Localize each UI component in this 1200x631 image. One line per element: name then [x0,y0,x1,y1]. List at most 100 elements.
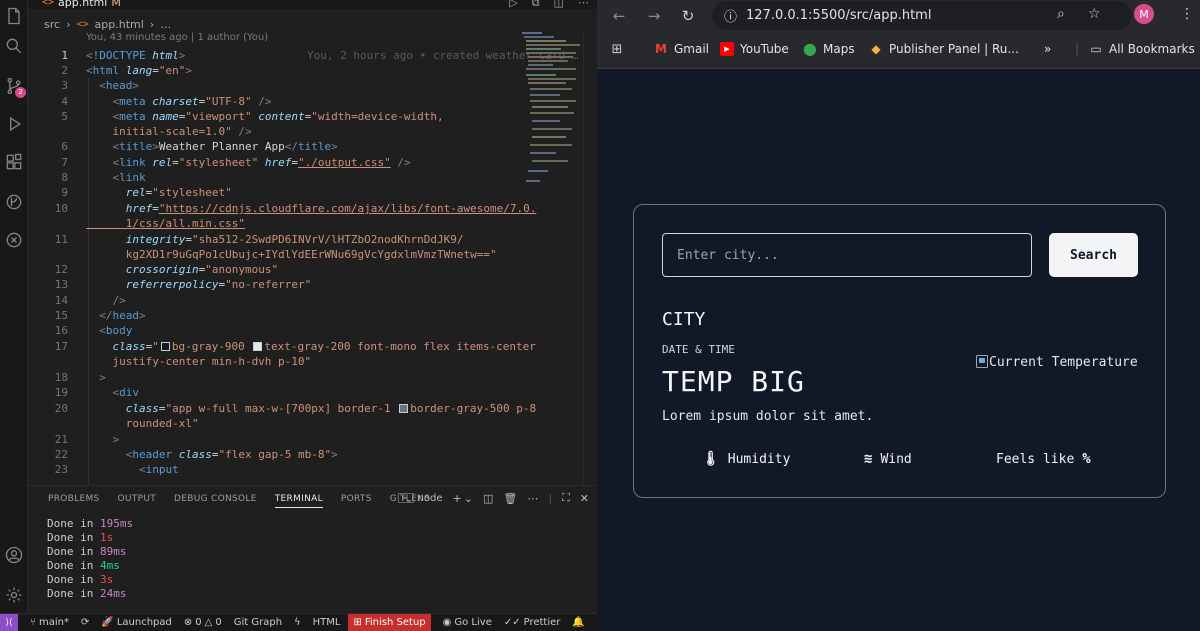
compare-icon[interactable]: ⧉ [532,0,540,10]
zoom-icon[interactable]: ⌕ [1057,6,1065,22]
site-info-icon[interactable]: ⓘ [724,6,737,25]
line-number: 14 [54,294,68,307]
code-line: <div [112,386,140,399]
run-icon[interactable]: ▷ [509,0,517,10]
finish-setup-button[interactable]: ⊞ Finish Setup [348,613,431,631]
tab-ports[interactable]: PORTS [341,494,372,508]
weather-description: Lorem ipsum dolor sit amet. [662,409,874,424]
chevron-down-icon[interactable]: ⌄ [464,492,473,505]
all-bookmarks[interactable]: ▭ All Bookmarks [1089,42,1194,56]
bookmark-star-icon[interactable]: ☆ [1088,6,1101,22]
temperature: TEMP BIG [662,365,805,398]
more-actions-icon[interactable]: ⋯ [578,0,589,10]
breadcrumb-chevron-icon: › [66,17,71,31]
remote-indicator-icon[interactable]: ⟩⟨ [0,613,18,631]
browser-toolbar: ← → ↻ ⓘ 127.0.0.1:5500/src/app.html ⌕ ☆ … [597,0,1200,32]
go-live-button[interactable]: ◉ Go Live [443,617,492,628]
reload-icon[interactable]: ↻ [678,6,698,26]
search-icon[interactable] [2,34,26,58]
code-line: referrerpolicy="no-referrer" [125,278,312,291]
minimap[interactable] [520,30,580,190]
new-terminal-icon[interactable]: + [453,492,462,505]
sync-icon[interactable]: ⟳ [81,617,89,628]
terminal-line: Done in 24ms [47,587,126,600]
close-panel-icon[interactable]: ✕ [580,492,589,505]
finish-setup-label: Finish Setup [364,617,426,628]
back-arrow-icon[interactable]: ← [609,6,629,26]
search-button[interactable]: Search [1049,233,1138,277]
git-graph-item[interactable]: Git Graph [234,617,282,628]
notifications-bell-icon[interactable]: 🔔 [572,617,584,628]
line-number: 8 [61,171,68,184]
apps-grid-icon[interactable]: ⊞ [610,42,624,57]
broadcast-icon: ◉ [442,617,452,628]
breadcrumb-symbol[interactable]: … [160,18,171,31]
code-line: rel="stylesheet" [125,186,232,199]
tab-terminal[interactable]: TERMINAL [274,494,323,508]
account-icon[interactable] [2,543,26,567]
rocket-icon: 🚀 [101,617,114,628]
explorer-icon[interactable] [2,4,26,28]
prettier-label: Prettier [523,617,561,628]
breadcrumb-file[interactable]: app.html [95,18,144,31]
tab-debug-console[interactable]: DEBUG CONSOLE [174,494,257,508]
split-editor-icon[interactable]: ◫ [554,0,564,10]
terminal-text: Done in [47,587,94,600]
line-number: 10 [54,202,68,215]
forward-arrow-icon[interactable]: → [644,6,664,26]
profile-avatar[interactable]: M [1134,4,1154,24]
city-name: CITY [662,309,706,330]
terminal-duration: 89ms [99,545,127,558]
code-line: > [99,371,106,384]
date-time: DATE & TIME [662,343,735,356]
divider: | [1075,42,1080,56]
terminal-shell-label[interactable]: node [418,493,443,504]
terminal-text: Done in [47,573,94,586]
branch-indicator[interactable]: ⑂ main* [30,617,69,628]
split-terminal-icon[interactable]: ◫ [483,492,493,505]
wind-label: Wind [880,451,912,467]
tab-app-html[interactable]: <> app.html M [42,0,121,9]
bookmark-label: Gmail [674,42,710,56]
source-control-icon[interactable]: 2 [2,74,26,98]
codelens-blame[interactable]: You, 43 minutes ago | 1 author (You) [86,32,268,43]
prettier-item[interactable]: ✓✓ Prettier [504,617,561,628]
trash-icon[interactable]: 🗑 [503,492,517,505]
editor-scrollbar[interactable] [583,30,595,485]
tab-problems[interactable]: PROBLEMS [48,494,100,508]
bookmarks-overflow-icon[interactable]: » [1044,42,1051,56]
code-line: <meta name="viewport" content="width=dev… [112,110,444,123]
code-editor[interactable]: 1 2 3 4 5 6 7 8 9 10 11 12 13 14 15 16 1… [28,47,579,487]
bookmark-publisher-panel[interactable]: ◆ Publisher Panel | Ru... [869,42,1019,56]
lightning-icon[interactable]: ϟ [294,617,301,628]
percent-icon: % [1082,451,1091,467]
browser-menu-icon[interactable]: ⋮ [1180,6,1194,22]
extensions-icon[interactable] [2,150,26,174]
launchpad-label: Launchpad [116,617,172,628]
error-count: 0 [195,617,202,628]
bookmark-label: Publisher Panel | Ru... [889,42,1019,56]
go-live-label: Go Live [454,617,492,628]
problems-indicator[interactable]: ⊗ 0 △ 0 [184,617,222,628]
address-bar[interactable]: ⓘ 127.0.0.1:5500/src/app.html [712,1,1132,30]
city-search-input[interactable] [662,233,1032,277]
weather-card: Search CITY DATE & TIME TEMP BIG Lorem i… [633,204,1166,498]
launchpad-item[interactable]: 🚀 Launchpad [101,617,172,628]
run-debug-icon[interactable] [2,112,26,136]
language-mode[interactable]: HTML [313,617,341,628]
tab-output[interactable]: OUTPUT [118,494,156,508]
code-line: <link [112,171,146,184]
breadcrumb-folder[interactable]: src [44,18,60,31]
humidity-label: Humidity [727,451,791,467]
more-actions-icon[interactable]: ⋯ [527,492,538,505]
maximize-panel-icon[interactable]: ⛶ [562,491,570,505]
bookmark-youtube[interactable]: ▶ YouTube [720,42,789,56]
code-line: <head> [99,79,139,92]
tab-filename: app.html [58,0,108,9]
bookmark-gmail[interactable]: M Gmail [654,42,709,56]
git-graph-icon[interactable] [2,190,26,214]
maps-pin-icon: ⬤ [803,42,817,56]
settings-gear-icon[interactable] [2,583,26,607]
bookmark-maps[interactable]: ⬤ Maps [803,42,854,56]
remote-explorer-icon[interactable] [2,228,26,252]
